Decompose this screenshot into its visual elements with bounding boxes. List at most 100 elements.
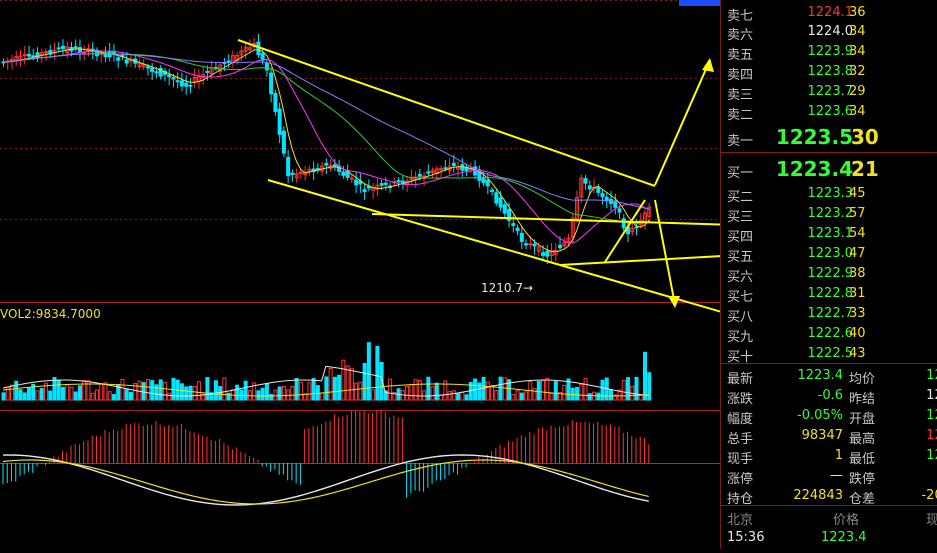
tick-time: 15:36 [727, 530, 765, 545]
stat-label-2: 最高 [849, 432, 876, 447]
ask-level-label: 卖三 [727, 88, 754, 103]
volume-bar [281, 385, 286, 401]
volume-bar [434, 382, 439, 401]
candle-body [439, 168, 444, 171]
bid-level-label: 买七 [727, 290, 754, 305]
volume-bar [90, 392, 95, 401]
volume-bar [358, 381, 363, 401]
candle-body [56, 47, 61, 50]
ask-price: 1224.0 [807, 24, 854, 39]
volume-bar [65, 384, 70, 401]
bid-row[interactable]: 买一 1223.4 21 [721, 157, 937, 181]
stat-row: 幅度 -0.05% 开盘 122 [721, 406, 937, 427]
volume-bar [264, 383, 269, 401]
volume-bar [337, 374, 342, 401]
ask-row[interactable]: 卖三 1223.7 29 [721, 82, 937, 103]
candle-body [490, 189, 495, 192]
bid-volume: 47 [849, 246, 866, 261]
volume-bar [328, 367, 333, 401]
volume-bar [311, 378, 316, 401]
volume-bar [269, 394, 274, 401]
stat-label: 现手 [727, 452, 754, 467]
bid-row[interactable]: 买八 1222.7 33 [721, 304, 937, 325]
tick-row[interactable]: 15:36 1223.4 [721, 529, 937, 547]
candle-body [519, 232, 524, 243]
volume-bar [18, 389, 23, 401]
volume-bar [26, 387, 31, 401]
trend-arrow [654, 199, 676, 306]
volume-bar [451, 390, 456, 401]
volume-bar [388, 378, 393, 401]
candle-body [43, 51, 48, 54]
dea-line [2, 459, 649, 505]
stat-row: 涨停 — 跌停 [721, 466, 937, 487]
volume-bar [167, 392, 172, 401]
candle-body [184, 82, 189, 87]
candle-body [341, 171, 346, 176]
stat-value-2: 122 [926, 368, 937, 383]
bid-row[interactable]: 买四 1223.1 54 [721, 224, 937, 245]
stat-value: 224843 [793, 488, 843, 503]
volume-bar [345, 365, 350, 401]
ask-row[interactable]: 卖二 1223.6 34 [721, 102, 937, 123]
bid-price: 1222.7 [807, 306, 854, 321]
bid-row[interactable]: 买七 1222.8 31 [721, 284, 937, 305]
candle-body [354, 179, 359, 186]
ask-row[interactable]: 卖一 1223.5 30 [721, 125, 937, 149]
volume-bar [77, 385, 82, 401]
kline-chart[interactable] [0, 0, 937, 549]
bid-row[interactable]: 买六 1222.9 38 [721, 264, 937, 285]
ask-row[interactable]: 卖四 1223.8 32 [721, 62, 937, 83]
volume-bar [371, 389, 376, 401]
volume-bar [150, 380, 155, 401]
bid-volume: 38 [849, 266, 866, 281]
bid-row[interactable]: 买三 1223.2 57 [721, 204, 937, 225]
bid-row[interactable]: 买二 1223.3 45 [721, 184, 937, 205]
ask-row[interactable]: 卖七 1224.1 36 [721, 3, 937, 24]
volume-bar [162, 381, 167, 401]
ask-volume: 29 [849, 84, 866, 99]
candle-body [179, 80, 184, 87]
candle-body [634, 226, 639, 229]
candle-body [362, 189, 367, 193]
stat-label-2: 均价 [849, 372, 876, 387]
volume-bar [494, 389, 499, 401]
stat-value-2: -208 [921, 488, 937, 503]
tick-header: 北京 价格 现 [721, 508, 937, 528]
ask-volume: 34 [849, 24, 866, 39]
volume-bar [99, 383, 104, 401]
kline-chart-area[interactable]: VOL2:9834.7000 1210.7→ [0, 0, 937, 549]
volume-bar [464, 394, 469, 401]
volume-bar [218, 386, 223, 401]
volume-bar [196, 381, 201, 401]
candle-body [426, 171, 431, 174]
bid-row[interactable]: 买十 1222.5 43 [721, 344, 937, 365]
bid-row[interactable]: 买九 1222.6 40 [721, 324, 937, 345]
volume-bar [298, 381, 303, 401]
bid-volume: 40 [849, 326, 866, 341]
ask-volume: 36 [849, 5, 866, 20]
bid-price: 1222.9 [807, 266, 854, 281]
stat-label-2: 开盘 [849, 412, 876, 427]
moving-average-line [3, 50, 650, 244]
bid-volume: 54 [849, 226, 866, 241]
candle-body [175, 80, 180, 83]
candle-body [400, 180, 405, 184]
volume-bar [192, 386, 197, 401]
volume-bar [643, 351, 648, 401]
stat-label: 总手 [727, 432, 754, 447]
ask-row[interactable]: 卖六 1224.0 34 [721, 22, 937, 43]
ask-price: 1223.6 [807, 104, 854, 119]
stat-label: 最新 [727, 372, 754, 387]
stat-label-2: 跌停 [849, 472, 876, 487]
volume-bar [94, 389, 99, 401]
volume-bar [120, 378, 125, 401]
volume-bar [320, 392, 325, 401]
ask-row[interactable]: 卖五 1223.9 34 [721, 42, 937, 63]
volume-bar [141, 382, 146, 401]
bid-row[interactable]: 买五 1223.0 47 [721, 244, 937, 265]
stat-label: 涨停 [727, 472, 754, 487]
bid-volume: 21 [851, 157, 879, 181]
volume-bar [349, 367, 354, 401]
volume-bar [103, 382, 108, 401]
